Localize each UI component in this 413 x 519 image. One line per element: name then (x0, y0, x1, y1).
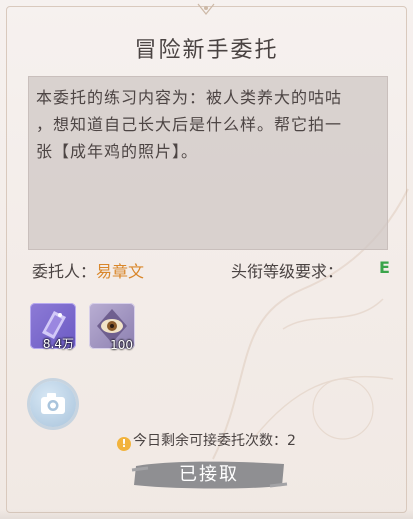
requirement-label: 头衔等级要求： (231, 262, 344, 281)
requirement-value: E (379, 258, 390, 277)
remaining-text: 今日剩余可接委托次数：2 (133, 433, 296, 449)
commission-dialog: 冒险新手委托 本委托的练习内容为：被人类养大的咕咕 ，想知道自己长大后是什么样。… (0, 0, 413, 519)
warning-icon: ! (117, 437, 132, 451)
camera-button[interactable] (30, 381, 76, 427)
reward-item-ticket[interactable]: 8.4万 (30, 303, 76, 351)
accepted-label: 已接取 (179, 464, 239, 485)
reward-item-eye-badge[interactable]: 100 (89, 303, 135, 352)
reward-count: 100 (110, 338, 133, 352)
accepted-button[interactable]: 已接取 (130, 458, 288, 492)
bottom-shade (0, 509, 413, 519)
client-label: 委托人： (32, 262, 97, 281)
top-ornament-icon (197, 3, 215, 15)
reward-count: 8.4万 (42, 337, 74, 351)
remaining-commissions: ! 今日剩余可接委托次数：2 (0, 430, 413, 451)
dialog-title: 冒险新手委托 (134, 38, 279, 63)
client-name: 易章文 (96, 262, 145, 281)
client-row: 委托人：易章文 (32, 258, 144, 282)
description-text: 本委托的练习内容为：被人类养大的咕咕 ，想知道自己长大后是什么样。帮它拍一 张【… (36, 88, 343, 161)
camera-icon (41, 393, 65, 414)
